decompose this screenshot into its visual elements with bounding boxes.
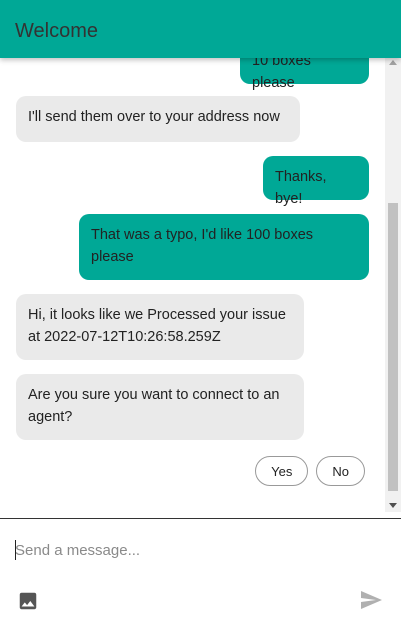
message-input[interactable] <box>15 536 375 564</box>
no-button[interactable]: No <box>316 456 365 486</box>
message-text: I'll send them over to your address now <box>28 109 280 125</box>
quick-replies: Yes No <box>255 456 365 486</box>
yes-button[interactable]: Yes <box>255 456 309 486</box>
message-text: Thanks, bye! <box>275 169 327 207</box>
page-title: Welcome <box>15 20 98 42</box>
composer <box>15 536 375 564</box>
message-bot: Hi, it looks like we Processed your issu… <box>16 294 304 360</box>
message-text: That was a typo, I'd like 100 boxes plea… <box>91 227 314 265</box>
message-list: 10 boxes please I'll send them over to y… <box>0 0 385 512</box>
message-text: Hi, it looks like we Processed your issu… <box>28 307 286 345</box>
message-text: 10 boxes please <box>252 53 311 91</box>
message-bot: I'll send them over to your address now <box>16 96 300 142</box>
scroll-thumb[interactable] <box>388 203 398 491</box>
scroll-up-arrow-icon[interactable] <box>389 60 397 65</box>
message-user: Thanks, bye! <box>263 156 369 207</box>
message-bot: Are you sure you want to connect to an a… <box>16 374 304 440</box>
send-icon[interactable] <box>358 588 384 612</box>
divider <box>0 518 401 519</box>
text-caret <box>15 540 16 560</box>
message-user: That was a typo, I'd like 100 boxes plea… <box>79 214 369 280</box>
scroll-down-arrow-icon[interactable] <box>389 503 397 508</box>
header-bar: Welcome <box>0 0 401 58</box>
message-text: Are you sure you want to connect to an a… <box>28 387 280 425</box>
scrollbar[interactable] <box>385 58 401 512</box>
image-icon[interactable] <box>17 590 39 612</box>
